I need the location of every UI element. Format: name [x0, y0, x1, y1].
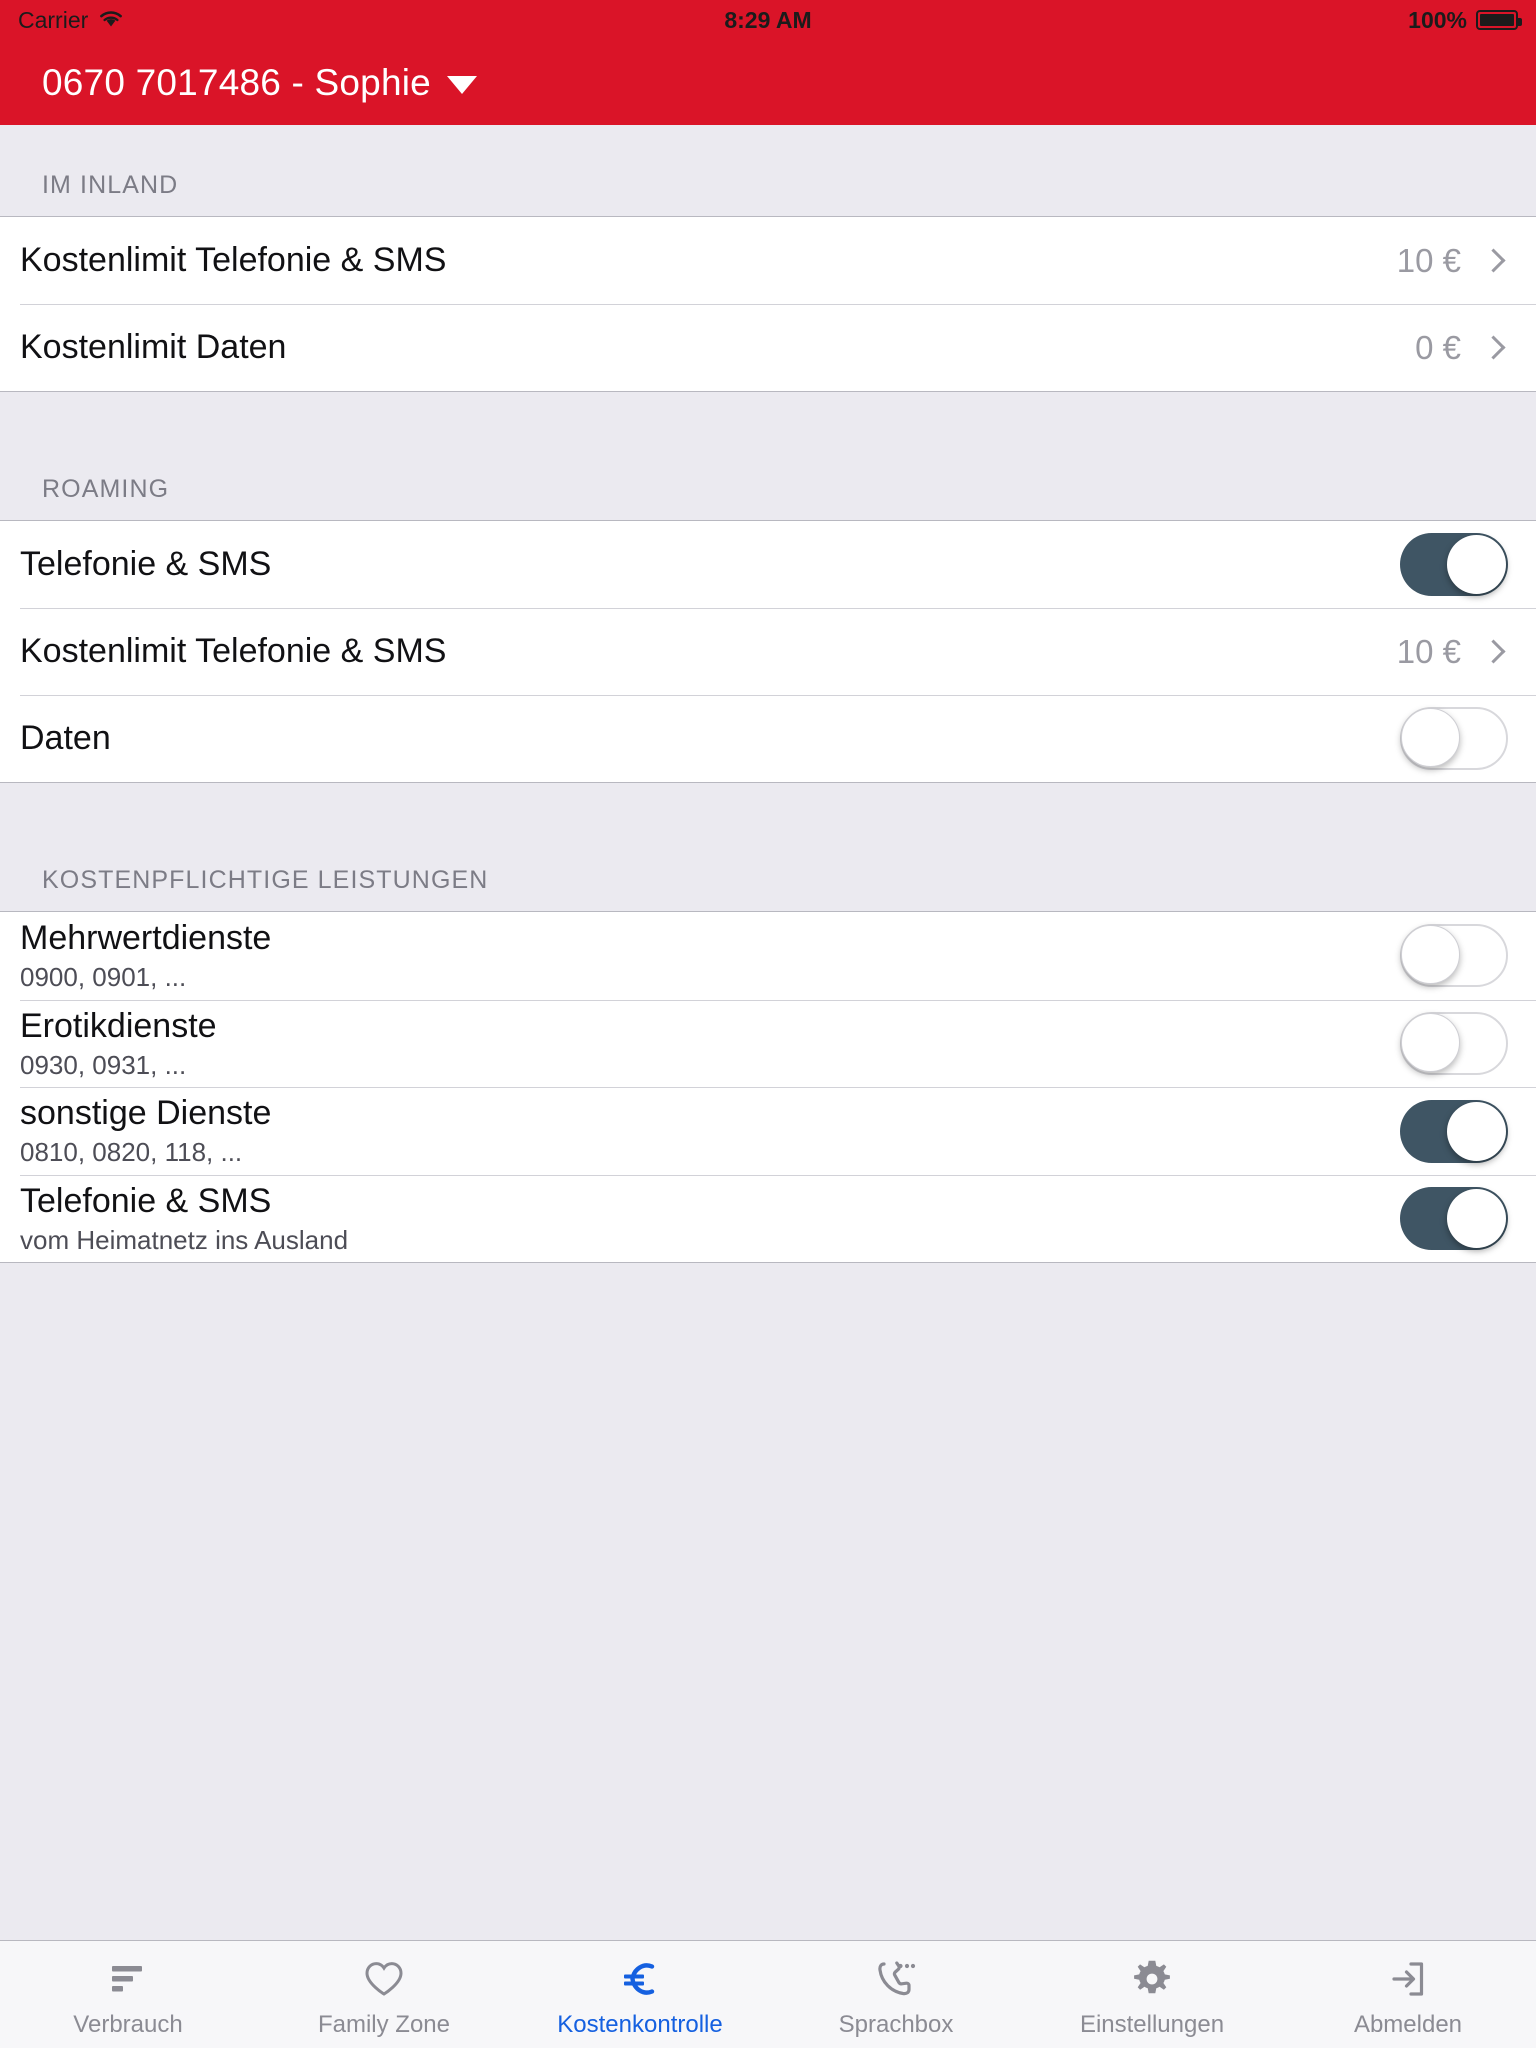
table-row[interactable]: Kostenlimit Daten 0 €: [0, 304, 1536, 391]
settings-list: IM INLAND Kostenlimit Telefonie & SMS 10…: [0, 125, 1536, 1940]
row-labels: Telefonie & SMS vom Heimatnetz ins Ausla…: [20, 1181, 1400, 1257]
section-header-im-inland: IM INLAND: [0, 125, 1536, 216]
chevron-right-icon: [1481, 248, 1506, 273]
chevron-down-icon: [446, 75, 477, 94]
tab-sprachbox[interactable]: Sprachbox: [768, 1941, 1024, 2048]
row-title: Telefonie & SMS: [20, 545, 272, 584]
account-selector-button[interactable]: 0670 7017486 - Sophie: [42, 62, 477, 104]
toggle-knob: [1401, 1012, 1460, 1072]
toggle-knob: [1447, 535, 1506, 594]
tab-label: Kostenkontrolle: [557, 2011, 723, 2038]
row-title: Telefonie & SMS: [20, 1181, 272, 1220]
section-header-kostenpflichtige-leistungen: KOSTENPFLICHTIGE LEISTUNGEN: [0, 783, 1536, 911]
euro-icon: [619, 1956, 661, 2002]
status-bar-right: 100%: [1408, 6, 1522, 34]
logout-icon: [1387, 1956, 1429, 2002]
table-row[interactable]: Erotikdienste 0930, 0931, ...: [0, 999, 1536, 1088]
row-accessory: 10 €: [1397, 242, 1514, 280]
tab-label: Verbrauch: [73, 2011, 183, 2038]
table-row[interactable]: Kostenlimit Telefonie & SMS 10 €: [0, 608, 1536, 695]
row-labels: Kostenlimit Telefonie & SMS: [20, 240, 1397, 280]
section-group-kostenpflichtige-leistungen: Mehrwertdienste 0900, 0901, ... Erotikdi…: [0, 911, 1536, 1264]
tab-label: Sprachbox: [838, 2011, 954, 2038]
table-row[interactable]: Daten: [0, 695, 1536, 782]
nav-bar: 0670 7017486 - Sophie: [0, 40, 1536, 125]
row-accessory: [1400, 1187, 1514, 1251]
row-labels: Erotikdienste 0930, 0931, ...: [20, 1006, 1400, 1082]
section-header-roaming: ROAMING: [0, 392, 1536, 520]
toggle-knob: [1401, 925, 1460, 985]
tab-einstellungen[interactable]: Einstellungen: [1024, 1941, 1280, 2048]
wifi-icon: [98, 7, 124, 34]
app-screen: Carrier 8:29 AM 100% 0670 7017486 - Soph…: [0, 0, 1536, 2048]
row-value: 10 €: [1396, 241, 1461, 279]
tab-kostenkontrolle[interactable]: Kostenkontrolle: [512, 1941, 768, 2048]
row-accessory: [1400, 1011, 1514, 1075]
table-row[interactable]: Telefonie & SMS vom Heimatnetz ins Ausla…: [0, 1174, 1536, 1263]
table-row[interactable]: Mehrwertdienste 0900, 0901, ...: [0, 912, 1536, 1000]
row-title: Kostenlimit Telefonie & SMS: [20, 632, 447, 671]
row-accessory: 10 €: [1397, 633, 1514, 671]
section-group-roaming: Telefonie & SMS Kostenlimit Telefonie & …: [0, 520, 1536, 783]
row-title: sonstige Dienste: [20, 1094, 272, 1133]
heart-icon: [363, 1956, 405, 2002]
row-labels: sonstige Dienste 0810, 0820, 118, ...: [20, 1093, 1400, 1169]
row-accessory: 0 €: [1415, 329, 1514, 367]
tab-label: Family Zone: [317, 2011, 451, 2038]
row-accessory: [1400, 1099, 1514, 1163]
toggle-switch[interactable]: [1400, 707, 1508, 770]
toggle-switch[interactable]: [1400, 1099, 1508, 1163]
toggle-knob: [1447, 1101, 1506, 1161]
row-value: 0 €: [1415, 328, 1461, 366]
toggle-switch[interactable]: [1400, 533, 1508, 596]
tab-bar: Verbrauch Family Zone Kostenkontrolle Sp…: [0, 1940, 1536, 2048]
row-labels: Kostenlimit Daten: [20, 327, 1415, 367]
empty-space: [0, 1263, 1536, 1940]
status-bar: Carrier 8:29 AM 100%: [0, 0, 1536, 40]
table-row[interactable]: sonstige Dienste 0810, 0820, 118, ...: [0, 1087, 1536, 1175]
toggle-switch[interactable]: [1400, 1187, 1508, 1251]
row-title: Daten: [20, 719, 111, 758]
status-bar-left: Carrier: [18, 7, 124, 34]
carrier-label: Carrier: [18, 6, 89, 33]
row-subtitle: 0810, 0820, 118, ...: [20, 1137, 243, 1168]
toggle-knob: [1401, 708, 1460, 767]
row-labels: Mehrwertdienste 0900, 0901, ...: [20, 918, 1400, 994]
phone-voicemail-icon: [875, 1956, 917, 2002]
tab-label: Abmelden: [1353, 2011, 1463, 2038]
row-value: 10 €: [1396, 632, 1461, 670]
toggle-switch[interactable]: [1400, 924, 1508, 988]
clock: 8:29 AM: [724, 6, 812, 33]
row-title: Erotikdienste: [20, 1006, 217, 1045]
battery-full-icon: [1476, 10, 1522, 30]
gear-icon: [1131, 1956, 1173, 2002]
tab-family-zone[interactable]: Family Zone: [256, 1941, 512, 2048]
row-title: Kostenlimit Telefonie & SMS: [20, 241, 447, 280]
row-accessory: [1400, 707, 1514, 770]
nav-title-label: 0670 7017486 - Sophie: [42, 61, 431, 103]
row-labels: Telefonie & SMS: [20, 544, 1400, 584]
toggle-switch[interactable]: [1400, 1011, 1508, 1075]
tab-abmelden[interactable]: Abmelden: [1280, 1941, 1536, 2048]
toggle-knob: [1447, 1189, 1506, 1249]
row-accessory: [1400, 924, 1514, 988]
row-subtitle: 0900, 0901, ...: [20, 962, 187, 993]
row-labels: Kostenlimit Telefonie & SMS: [20, 631, 1397, 671]
section-group-im-inland: Kostenlimit Telefonie & SMS 10 € Kostenl…: [0, 216, 1536, 392]
row-subtitle: vom Heimatnetz ins Ausland: [20, 1224, 349, 1255]
bar-chart-icon: [107, 1956, 149, 2002]
chevron-right-icon: [1481, 639, 1506, 664]
table-row[interactable]: Kostenlimit Telefonie & SMS 10 €: [0, 217, 1536, 304]
row-accessory: [1400, 533, 1514, 596]
chevron-right-icon: [1481, 335, 1506, 360]
row-labels: Daten: [20, 718, 1400, 758]
row-title: Mehrwertdienste: [20, 919, 272, 957]
row-title: Kostenlimit Daten: [20, 328, 287, 367]
row-subtitle: 0930, 0931, ...: [20, 1049, 187, 1080]
tab-verbrauch[interactable]: Verbrauch: [0, 1941, 256, 2048]
battery-percent-label: 100%: [1408, 6, 1467, 33]
tab-label: Einstellungen: [1079, 2011, 1225, 2038]
table-row[interactable]: Telefonie & SMS: [0, 521, 1536, 608]
